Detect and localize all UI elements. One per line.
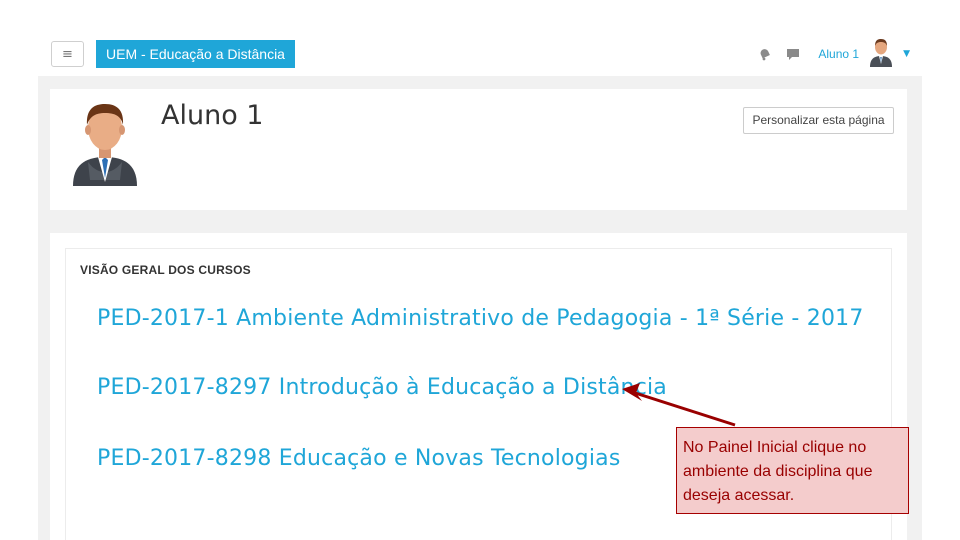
- course-link[interactable]: PED-2017-8298 Educação e Novas Tecnologi…: [97, 446, 621, 471]
- course-link[interactable]: PED-2017-1 Ambiente Administrativo de Pe…: [97, 306, 864, 331]
- menu-toggle-button[interactable]: ≡: [51, 41, 84, 67]
- customize-page-button[interactable]: Personalizar esta página: [743, 107, 894, 134]
- course-link[interactable]: PED-2017-8297 Introdução à Educação a Di…: [97, 375, 667, 400]
- user-avatar-small[interactable]: [869, 37, 893, 71]
- user-avatar: [72, 100, 138, 186]
- chat-icon[interactable]: [784, 45, 802, 63]
- instruction-callout: No Painel Inicial clique no ambiente da …: [676, 427, 909, 514]
- block-title: VISÃO GERAL DOS CURSOS: [80, 263, 251, 277]
- top-navbar: ≡ UEM - Educação a Distância Aluno 1 ▼: [0, 0, 960, 76]
- navbar-user-area: Aluno 1 ▼: [756, 38, 910, 70]
- page-title: Aluno 1: [161, 100, 264, 131]
- hamburger-icon: ≡: [62, 46, 73, 62]
- bell-icon[interactable]: [756, 45, 774, 63]
- site-brand-link[interactable]: UEM - Educação a Distância: [96, 40, 295, 68]
- user-name-link[interactable]: Aluno 1: [818, 47, 859, 61]
- chevron-down-icon[interactable]: ▼: [903, 49, 910, 59]
